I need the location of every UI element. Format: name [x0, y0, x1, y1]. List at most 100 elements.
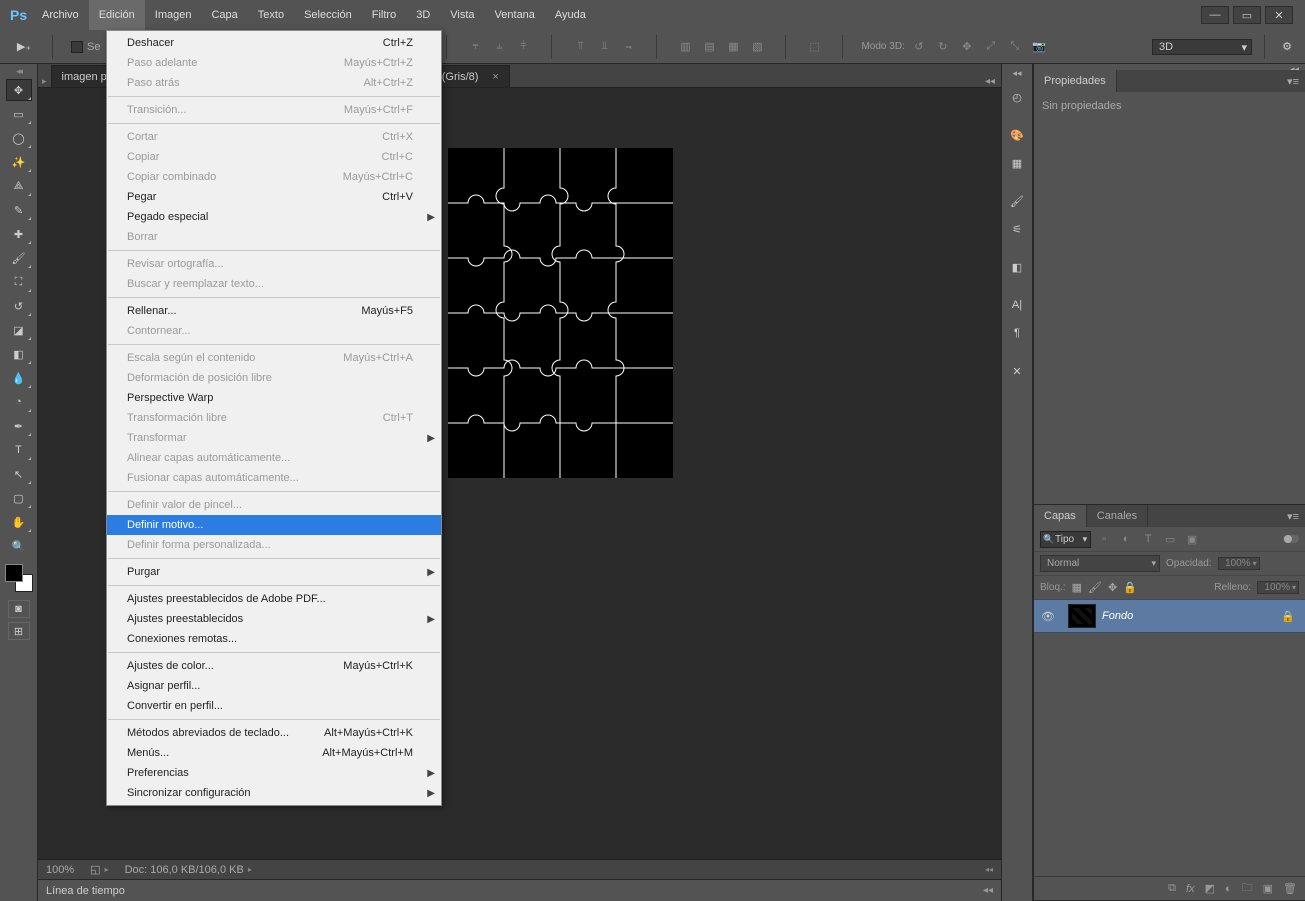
- 3d-slide-icon[interactable]: ⤢: [981, 37, 1001, 57]
- 3d-roll-icon[interactable]: ↻: [933, 37, 953, 57]
- blend-mode-combo[interactable]: Normal: [1040, 555, 1160, 572]
- tab-propiedades[interactable]: Propiedades: [1034, 70, 1117, 92]
- lock-position-icon[interactable]: ✥: [1108, 581, 1117, 594]
- layer-name[interactable]: Fondo: [1102, 610, 1133, 622]
- menu-item-métodos-abreviados-de-teclado[interactable]: Métodos abreviados de teclado...Alt+Mayú…: [107, 723, 441, 743]
- timeline-expand-icon[interactable]: ◂◂: [983, 885, 993, 896]
- zoom-value[interactable]: 100%: [46, 864, 74, 876]
- fill-value[interactable]: 100%: [1257, 581, 1299, 594]
- menu-item-pegado-especial[interactable]: Pegado especial▶: [107, 207, 441, 227]
- lock-brush-icon[interactable]: 🖌: [1088, 581, 1102, 594]
- 3d-toggle-icon[interactable]: ⬚: [804, 37, 824, 57]
- new-group-icon[interactable]: 🗀: [1242, 879, 1253, 898]
- brush-presets-panel-icon[interactable]: ⚟: [1004, 216, 1030, 242]
- layer-filter-combo[interactable]: Tipo: [1040, 531, 1091, 548]
- menu-selección[interactable]: Selección: [294, 0, 362, 30]
- opacity-value[interactable]: 100%: [1218, 557, 1260, 570]
- menu-item-definir-motivo[interactable]: Definir motivo...: [107, 515, 441, 535]
- tab-canales[interactable]: Canales: [1087, 505, 1148, 527]
- menu-item-menús[interactable]: Menús...Alt+Mayús+Ctrl+M: [107, 743, 441, 763]
- properties-panel-menu-icon[interactable]: ▾≡: [1281, 75, 1305, 88]
- minimize-button[interactable]: —: [1201, 6, 1229, 24]
- tabs-collapse-icon[interactable]: ◂◂: [979, 76, 1001, 87]
- link-layers-icon[interactable]: ⧉: [1168, 882, 1176, 895]
- menu-item-asignar-perfil[interactable]: Asignar perfil...: [107, 676, 441, 696]
- gradient-tool[interactable]: ◧: [6, 343, 32, 365]
- align-vcenter-icon[interactable]: ⫨: [489, 37, 509, 57]
- filter-shape-icon[interactable]: ▭: [1161, 530, 1179, 548]
- align-right-icon[interactable]: ⫬: [618, 37, 638, 57]
- layer-thumbnail[interactable]: [1068, 604, 1096, 628]
- layer-fx-icon[interactable]: fx: [1186, 883, 1195, 895]
- swatches-panel-icon[interactable]: ▦: [1004, 150, 1030, 176]
- align-hcenter-icon[interactable]: ⫫: [594, 37, 614, 57]
- 3d-view-combo[interactable]: 3D: [1152, 39, 1252, 55]
- dist-2-icon[interactable]: ▤: [699, 37, 719, 57]
- color-panel-icon[interactable]: 🎨: [1004, 122, 1030, 148]
- menu-ventana[interactable]: Ventana: [485, 0, 545, 30]
- menu-item-sincronizar-configuración[interactable]: Sincronizar configuración▶: [107, 783, 441, 803]
- paragraph-panel-icon[interactable]: ¶: [1004, 320, 1030, 346]
- panel-options-icon[interactable]: ⚙: [1277, 37, 1297, 57]
- tab-close-icon[interactable]: ×: [492, 71, 498, 83]
- move-tool[interactable]: ✥: [6, 79, 32, 101]
- menu-item-perspective-warp[interactable]: Perspective Warp: [107, 388, 441, 408]
- exposure-icon[interactable]: ◱: [90, 863, 100, 876]
- adjustments-panel-icon[interactable]: ◧: [1004, 254, 1030, 280]
- tabs-grip[interactable]: ▸: [38, 76, 51, 87]
- new-layer-icon[interactable]: ▣: [1263, 882, 1273, 895]
- 3d-orbit-icon[interactable]: ↺: [909, 37, 929, 57]
- toolbox-grip[interactable]: ◂◂: [16, 68, 21, 74]
- delete-layer-icon[interactable]: 🗑: [1283, 882, 1297, 895]
- tools-presets-panel-icon[interactable]: ✕: [1004, 358, 1030, 384]
- color-swatches[interactable]: [5, 564, 33, 592]
- type-tool[interactable]: T: [6, 439, 32, 461]
- tool-preset-icon[interactable]: ▶₊: [14, 37, 34, 57]
- dist-4-icon[interactable]: ▧: [747, 37, 767, 57]
- dist-3-icon[interactable]: ▦: [723, 37, 743, 57]
- layer-row[interactable]: 👁 Fondo 🔒: [1034, 599, 1305, 633]
- autoselect-checkbox[interactable]: [71, 41, 83, 53]
- dist-1-icon[interactable]: ▥: [675, 37, 695, 57]
- character-panel-icon[interactable]: A|: [1004, 292, 1030, 318]
- menu-ayuda[interactable]: Ayuda: [545, 0, 596, 30]
- menu-capa[interactable]: Capa: [201, 0, 247, 30]
- menu-edición[interactable]: Edición: [89, 0, 145, 30]
- brush-tool[interactable]: 🖌: [6, 247, 32, 269]
- filter-image-icon[interactable]: ▫: [1095, 530, 1113, 548]
- menu-item-ajustes-de-color[interactable]: Ajustes de color...Mayús+Ctrl+K: [107, 656, 441, 676]
- foreground-color-swatch[interactable]: [5, 564, 23, 582]
- path-select-tool[interactable]: ↖: [6, 463, 32, 485]
- eraser-tool[interactable]: ◪: [6, 319, 32, 341]
- layers-panel-menu-icon[interactable]: ▾≡: [1281, 510, 1305, 523]
- filter-adjust-icon[interactable]: ◐: [1117, 530, 1135, 548]
- menu-3d[interactable]: 3D: [406, 0, 440, 30]
- history-panel-icon[interactable]: ◴: [1004, 84, 1030, 110]
- menu-item-pegar[interactable]: PegarCtrl+V: [107, 187, 441, 207]
- zoom-tool[interactable]: 🔍: [6, 535, 32, 557]
- brushes-panel-icon[interactable]: 🖌: [1004, 188, 1030, 214]
- 3d-camera-icon[interactable]: 📷: [1029, 37, 1049, 57]
- 3d-scale-icon[interactable]: ⤡: [1005, 37, 1025, 57]
- align-bottom-icon[interactable]: ⫩: [513, 37, 533, 57]
- menu-item-purgar[interactable]: Purgar▶: [107, 562, 441, 582]
- lasso-tool[interactable]: ◯: [6, 127, 32, 149]
- maximize-button[interactable]: ▭: [1233, 6, 1261, 24]
- filter-text-icon[interactable]: T: [1139, 530, 1157, 548]
- magic-wand-tool[interactable]: ✨: [6, 151, 32, 173]
- align-top-icon[interactable]: ⫧: [465, 37, 485, 57]
- healing-tool[interactable]: ✚: [6, 223, 32, 245]
- new-adjust-icon[interactable]: ◐: [1225, 883, 1232, 895]
- expand-panels-icon[interactable]: ◂◂: [1012, 68, 1021, 79]
- menu-item-ajustes-preestablecidos-de-adobe-pdf[interactable]: Ajustes preestablecidos de Adobe PDF...: [107, 589, 441, 609]
- menu-item-preferencias[interactable]: Preferencias▶: [107, 763, 441, 783]
- menu-item-conexiones-remotas[interactable]: Conexiones remotas...: [107, 629, 441, 649]
- crop-tool[interactable]: ⟁: [6, 175, 32, 197]
- 3d-pan-icon[interactable]: ✥: [957, 37, 977, 57]
- pen-tool[interactable]: ✒: [6, 415, 32, 437]
- screen-mode-button[interactable]: ⊞: [8, 622, 30, 640]
- add-mask-icon[interactable]: ◩: [1205, 882, 1215, 895]
- menu-item-deshacer[interactable]: DeshacerCtrl+Z: [107, 33, 441, 53]
- quick-mask-button[interactable]: ◙: [8, 600, 30, 618]
- menu-vista[interactable]: Vista: [440, 0, 484, 30]
